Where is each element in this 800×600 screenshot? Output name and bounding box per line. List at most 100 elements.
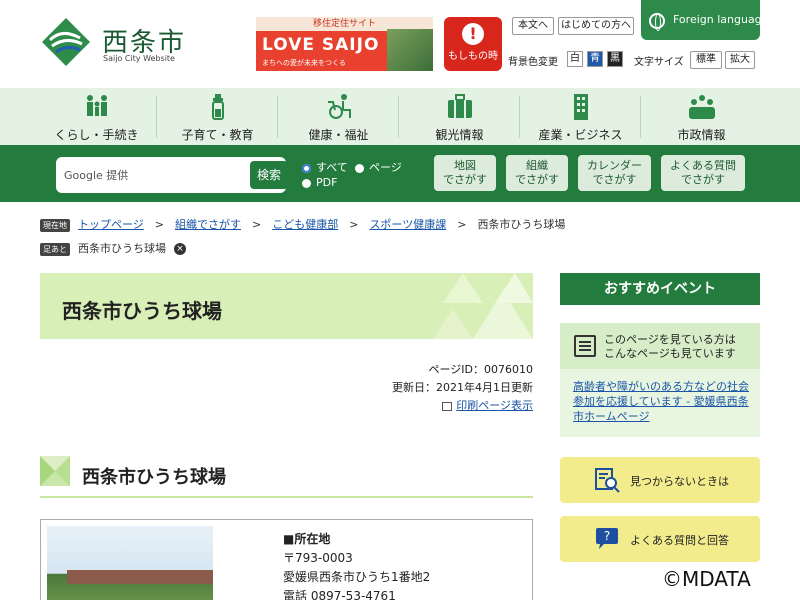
search-button[interactable]: 検索 [250,161,288,189]
triangle-decoration [433,273,533,339]
heading-decoration-icon [40,456,70,486]
nav-health-label: 健康・福祉 [308,128,369,142]
search-scope-all-label: すべて [316,161,348,174]
nav-childcare[interactable]: 子育て・教育 [157,88,278,145]
document-icon [574,335,596,357]
nav-living-label: くらし・手続き [54,128,139,142]
suitcase-icon [447,94,472,118]
first-time-link[interactable]: はじめての方へ [558,17,634,35]
breadcrumb-link-department[interactable]: こども健康部 [272,218,338,231]
print-link[interactable]: 印刷ページ表示 [442,397,533,413]
page-id: ページID：0076010 [428,363,533,376]
copyright-watermark: ©MDATA [662,567,751,591]
search-document-icon [595,468,620,493]
not-found-label: 見つからないときは [630,475,729,488]
address: 愛媛県西条市ひうち1番地2 [283,570,431,584]
emergency-button[interactable]: ! もしもの時 [444,17,502,71]
find-by-calendar-button[interactable]: カレンダー でさがす [578,155,651,191]
globe-icon [649,13,665,31]
text-size-large-button[interactable]: 拡大 [725,51,755,69]
breadcrumb-tag: 現在地 [40,218,70,232]
find-by-faq-button[interactable]: よくある質問 でさがす [661,155,745,191]
banner-photo [387,29,433,71]
text-size-label: 文字サイズ [634,57,684,68]
search-scope-all[interactable]: すべて [302,159,348,175]
question-bubble-icon: ? [596,528,618,549]
nav-tourism-label: 観光情報 [435,128,484,142]
saijo-logo-icon [42,18,90,66]
related-pages-header: このページを見ている方は こんなページも見ています [560,323,760,369]
facility-info-text: ■所在地 〒793-0003 愛媛県西条市ひうち1番地2 電話 0897-53-… [283,530,430,600]
find-by-faq-line1: よくある質問 [670,159,736,172]
text-size-normal-button[interactable]: 標準 [690,51,722,69]
love-saijo-banner[interactable]: 移住定住サイト LOVE SAIJO まちへの愛が未来をつくる [256,17,433,71]
nav-city-government[interactable]: 市政情報 [641,88,762,145]
nav-business[interactable]: 産業・ビジネス [520,88,641,145]
banner-main-text: LOVE SAIJO [262,35,380,55]
nav-tourism[interactable]: 観光情報 [399,88,520,145]
city-subtitle: Saijo City Website [103,54,175,63]
bg-color-label: 背景色変更 [508,57,558,68]
building-icon [573,94,588,120]
nav-childcare-label: 子育て・教育 [181,128,254,142]
find-by-organization-button[interactable]: 組織 でさがす [506,155,568,191]
find-by-map-line1: 地図 [454,159,476,172]
people-group-icon [688,95,715,119]
nav-city-government-label: 市政情報 [677,128,726,142]
updated-date: 更新日：2021年4月1日更新 [392,381,533,394]
site-logo[interactable]: 西条市 Saijo City Website [40,16,200,68]
breadcrumb-link-division[interactable]: スポーツ健康課 [369,218,446,231]
footprint-item[interactable]: 西条市ひうち球場 [78,242,166,255]
breadcrumb: 現在地 トップページ > 組織でさがす > こども健康部 > スポーツ健康課 > 西条市ひうち球場 [40,216,565,232]
bg-blue-button[interactable]: 青 [587,51,603,67]
related-page-link[interactable]: 高齢者や障がいのある方などの社会参加を応援しています - 愛媛県西条市ホームペー… [573,379,753,424]
address-heading: ■所在地 [283,532,331,546]
printer-icon [442,401,453,411]
search-scope-page-label: ページ [369,161,402,174]
find-by-map-button[interactable]: 地図 でさがす [434,155,496,191]
foreign-language-button[interactable]: Foreign language [641,0,768,40]
radio-icon [355,163,364,173]
page-title-band: 西条市ひうち球場 [40,273,533,339]
find-by-calendar-line2: でさがす [592,173,637,186]
find-by-map-line2: でさがす [443,173,487,186]
search-scope-pdf[interactable]: PDF [302,176,337,189]
search-scope-page[interactable]: ページ [355,159,402,175]
footprint: 足あと 西条市ひうち球場 × [40,240,186,256]
svg-text:?: ? [604,529,610,543]
search-bar: 検索 すべて ページ PDF 地図でさがす 組織でさがす カレンダーでさがす よ… [0,145,800,202]
search-input[interactable] [64,166,244,184]
recommended-events-heading[interactable]: おすすめイベント [560,273,760,305]
find-by-organization-line1: 組織 [526,159,548,172]
close-icon[interactable]: × [174,243,186,255]
footprint-tag: 足あと [40,242,70,256]
breadcrumb-link-top[interactable]: トップページ [78,218,144,231]
facility-info-box: ■所在地 〒793-0003 愛媛県西条市ひうち1番地2 電話 0897-53-… [40,519,533,600]
breadcrumb-link-organization[interactable]: 組織でさがす [175,218,241,231]
nav-living[interactable]: くらし・手続き [36,88,157,145]
find-by-calendar-line1: カレンダー [587,159,642,172]
related-pages-heading: このページを見ている方は こんなページも見ています [604,333,736,361]
banner-small-text: まちへの愛が未来をつくる [262,59,346,67]
search-box: 検索 [56,157,288,193]
search-scope-pdf-label: PDF [316,176,338,189]
stadium-stand [67,570,213,584]
section-heading-text: 西条市ひうち球場 [82,467,226,488]
bg-white-button[interactable]: 白 [567,51,583,67]
global-nav: くらし・手続き 子育て・教育 健康・福祉 観光情報 産業・ビジネス 市政情報 [0,88,800,145]
exclamation-icon: ! [462,23,484,45]
faq-button[interactable]: ? よくある質問と回答 [560,516,760,562]
page-title: 西条市ひうち球場 [62,299,222,323]
section-heading: 西条市ひうち球場 [40,456,533,498]
phone: 電話 0897-53-4761 [283,589,396,600]
breadcrumb-separator: > [252,218,262,231]
baby-bottle-icon [211,94,224,120]
nav-business-label: 産業・ビジネス [538,128,623,142]
nav-health[interactable]: 健康・福祉 [278,88,399,145]
bg-black-button[interactable]: 黒 [607,51,623,67]
breadcrumb-current: 西条市ひうち球場 [477,218,566,231]
site-header: 西条市 Saijo City Website 移住定住サイト LOVE SAIJ… [0,0,800,88]
skip-to-content-link[interactable]: 本文へ [512,17,554,35]
not-found-button[interactable]: 見つからないときは [560,457,760,503]
print-link-label: 印刷ページ表示 [456,399,533,412]
